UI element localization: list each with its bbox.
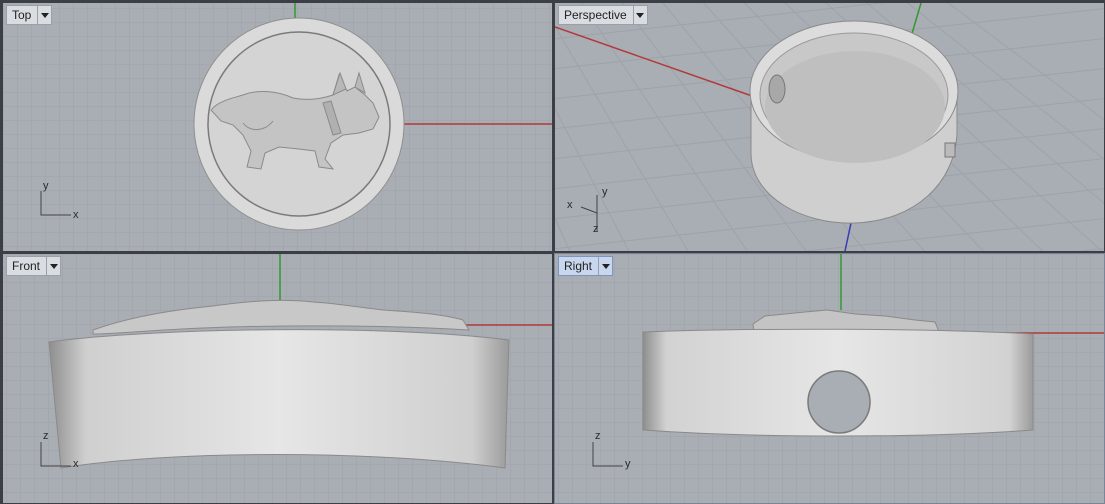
viewport-label-perspective[interactable]: Perspective	[558, 5, 648, 25]
chevron-down-icon[interactable]	[632, 6, 647, 24]
chevron-down-icon[interactable]	[46, 257, 60, 275]
viewport-perspective[interactable]: Perspective y x z	[555, 3, 1104, 251]
axis-z-label: z	[43, 430, 49, 442]
y-axis-line	[910, 3, 922, 38]
viewport-title: Perspective	[564, 8, 627, 22]
viewport-title: Right	[564, 259, 593, 273]
grid-perspective	[555, 3, 1104, 251]
viewport-label-front[interactable]: Front	[6, 256, 62, 276]
pendant-top-view	[193, 17, 405, 231]
viewport-label-right[interactable]: Right	[558, 256, 614, 276]
viewport-title: Top	[12, 8, 32, 22]
axis-z-label: z	[593, 223, 599, 235]
axis-z-label: z	[595, 430, 601, 442]
viewport-front[interactable]: Front z x	[3, 254, 552, 503]
axis-x-label: x	[73, 458, 79, 470]
viewport-label-top[interactable]: Top	[6, 5, 53, 25]
axis-y-label: y	[602, 186, 608, 198]
axis-x-label: x	[567, 199, 573, 211]
axis-x-label: x	[73, 209, 79, 221]
viewport-top[interactable]: Top y x	[3, 3, 552, 251]
chevron-down-icon[interactable]	[598, 257, 612, 275]
axis-y-label: y	[625, 458, 631, 470]
pendant-front-view	[48, 299, 510, 469]
bail-hole	[807, 370, 871, 434]
chevron-down-icon[interactable]	[37, 6, 51, 24]
x-axis-line	[555, 26, 756, 98]
axis-y-label: y	[43, 180, 49, 192]
viewport-title: Front	[12, 259, 41, 273]
pendant-perspective-view	[749, 20, 959, 224]
axis-gizmo	[580, 195, 598, 231]
viewport-right[interactable]: Right z y	[554, 253, 1105, 504]
